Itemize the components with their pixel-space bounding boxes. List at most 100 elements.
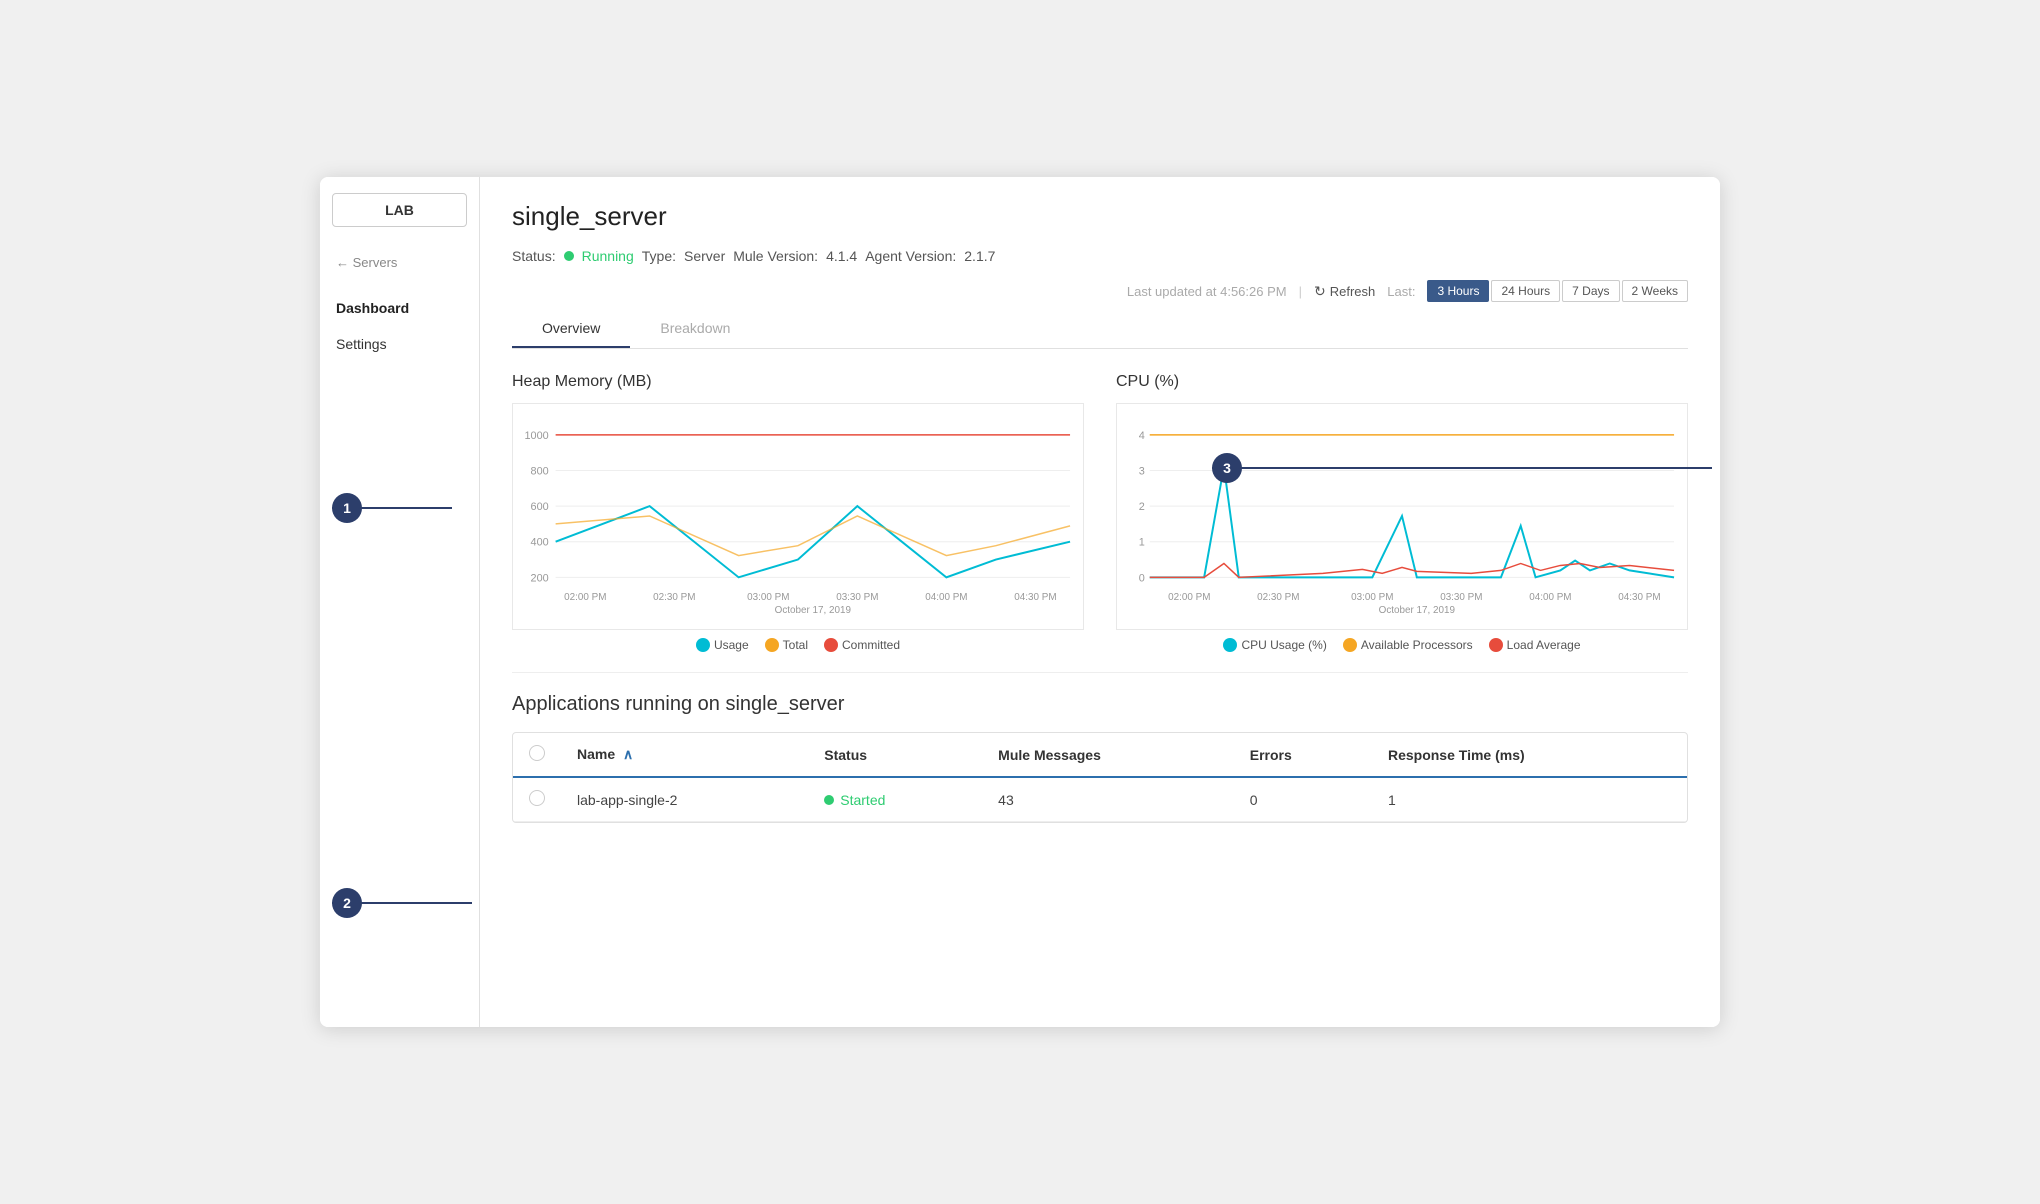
status-label: Status:	[512, 248, 556, 264]
row-errors: 0	[1234, 777, 1372, 822]
tab-breakdown[interactable]: Breakdown	[630, 310, 760, 348]
last-label: Last:	[1387, 284, 1415, 299]
svg-text:October 17, 2019: October 17, 2019	[1379, 605, 1456, 616]
cpu-chart: CPU (%) 4 3 2 1 0	[1116, 373, 1688, 652]
heap-legend-usage: Usage	[696, 638, 749, 652]
mule-value: 4.1.4	[826, 248, 857, 264]
row-status: Started	[808, 777, 982, 822]
heap-chart-svg: 1000 800 600 400 200	[521, 416, 1075, 616]
callout-2: 2	[332, 888, 362, 918]
time-btn-24h[interactable]: 24 Hours	[1491, 280, 1560, 302]
sidebar-item-dashboard[interactable]: Dashboard	[320, 290, 479, 326]
row-response-time: 1	[1372, 777, 1687, 822]
refresh-label: Refresh	[1330, 284, 1376, 299]
svg-text:600: 600	[531, 501, 549, 513]
heap-legend: Usage Total Committed	[512, 638, 1084, 652]
heap-memory-chart: Heap Memory (MB) 1000 800 600 400 200	[512, 373, 1084, 652]
svg-text:04:30 PM: 04:30 PM	[1618, 592, 1660, 603]
row-checkbox[interactable]	[529, 790, 545, 806]
table-row: lab-app-single-2 Started 43 0 1	[513, 777, 1687, 822]
sidebar-logo: LAB	[332, 193, 467, 227]
callout-1: 1	[332, 493, 362, 523]
callout-1-group: 1	[332, 507, 452, 509]
callout-3-line	[1212, 467, 1712, 469]
processors-dot	[1343, 638, 1357, 652]
divider	[512, 672, 1688, 673]
total-dot	[765, 638, 779, 652]
main-content: single_server Status: Running Type: Serv…	[480, 177, 1720, 1027]
started-badge: Started	[824, 792, 966, 808]
server-meta: Status: Running Type: Server Mule Versio…	[512, 248, 1688, 264]
heap-legend-committed: Committed	[824, 638, 900, 652]
charts-row: Heap Memory (MB) 1000 800 600 400 200	[512, 373, 1688, 652]
cpu-chart-svg: 4 3 2 1 0	[1125, 416, 1679, 616]
svg-text:0: 0	[1139, 572, 1145, 584]
table-header-row: Name ∧ Status Mule Messages Errors Respo…	[513, 733, 1687, 777]
load-label: Load Average	[1507, 638, 1581, 652]
page-title: single_server	[512, 201, 1688, 232]
committed-label: Committed	[842, 638, 900, 652]
applications-table: Name ∧ Status Mule Messages Errors Respo…	[513, 733, 1687, 822]
status-value: Running	[582, 248, 634, 264]
tabs: Overview Breakdown	[512, 310, 1688, 349]
applications-table-wrap: Name ∧ Status Mule Messages Errors Respo…	[512, 732, 1688, 823]
svg-text:02:00 PM: 02:00 PM	[1168, 592, 1210, 603]
svg-text:2: 2	[1139, 501, 1145, 513]
callout-3-group: 3	[1212, 467, 1712, 469]
time-btn-3h[interactable]: 3 Hours	[1427, 280, 1489, 302]
callout-2-group: 2	[332, 902, 472, 904]
usage-label: Usage	[714, 638, 749, 652]
status-dot	[564, 251, 574, 261]
svg-text:02:00 PM: 02:00 PM	[564, 592, 606, 603]
refresh-button[interactable]: ↻ Refresh	[1314, 283, 1375, 300]
sidebar-item-settings[interactable]: Settings	[320, 326, 479, 362]
svg-text:03:00 PM: 03:00 PM	[747, 592, 789, 603]
svg-text:1000: 1000	[524, 430, 548, 442]
svg-text:200: 200	[531, 572, 549, 584]
svg-text:02:30 PM: 02:30 PM	[653, 592, 695, 603]
svg-text:800: 800	[531, 465, 549, 477]
svg-text:400: 400	[531, 537, 549, 549]
time-btn-2w[interactable]: 2 Weeks	[1622, 280, 1688, 302]
started-dot	[824, 795, 834, 805]
mule-label: Mule Version:	[733, 248, 818, 264]
svg-text:3: 3	[1139, 465, 1145, 477]
cpu-chart-title: CPU (%)	[1116, 373, 1688, 391]
last-updated-label: Last updated at 4:56:26 PM	[1127, 284, 1287, 299]
tab-overview[interactable]: Overview	[512, 310, 630, 348]
committed-dot	[824, 638, 838, 652]
svg-text:03:00 PM: 03:00 PM	[1351, 592, 1393, 603]
header-checkbox[interactable]	[529, 745, 545, 761]
toolbar: Last updated at 4:56:26 PM | ↻ Refresh L…	[512, 280, 1688, 310]
cpu-legend: CPU Usage (%) Available Processors Load …	[1116, 638, 1688, 652]
svg-text:03:30 PM: 03:30 PM	[836, 592, 878, 603]
cpu-legend-usage: CPU Usage (%)	[1223, 638, 1326, 652]
heap-chart-wrap: 1000 800 600 400 200	[512, 403, 1084, 630]
load-dot	[1489, 638, 1503, 652]
heap-chart-title: Heap Memory (MB)	[512, 373, 1084, 391]
applications-section-title: Applications running on single_server	[512, 693, 1688, 716]
usage-dot	[696, 638, 710, 652]
svg-text:October 17, 2019: October 17, 2019	[775, 605, 852, 616]
col-errors: Errors	[1234, 733, 1372, 777]
total-label: Total	[783, 638, 808, 652]
started-label: Started	[840, 792, 885, 808]
cpu-legend-processors: Available Processors	[1343, 638, 1473, 652]
col-status: Status	[808, 733, 982, 777]
callout-3: 3	[1212, 453, 1242, 483]
time-range-selector: 3 Hours 24 Hours 7 Days 2 Weeks	[1427, 280, 1688, 302]
svg-text:04:00 PM: 04:00 PM	[1529, 592, 1571, 603]
cpu-legend-load: Load Average	[1489, 638, 1581, 652]
col-mule-messages: Mule Messages	[982, 733, 1234, 777]
type-label: Type:	[642, 248, 676, 264]
back-to-servers[interactable]: ← Servers	[320, 247, 479, 278]
row-mule-messages: 43	[982, 777, 1234, 822]
agent-label: Agent Version:	[865, 248, 956, 264]
svg-text:4: 4	[1139, 430, 1145, 442]
time-btn-7d[interactable]: 7 Days	[1562, 280, 1619, 302]
heap-legend-total: Total	[765, 638, 808, 652]
cpu-chart-wrap: 4 3 2 1 0	[1116, 403, 1688, 630]
row-checkbox-cell	[513, 777, 561, 822]
row-app-name[interactable]: lab-app-single-2	[561, 777, 808, 822]
col-name: Name ∧	[561, 733, 808, 777]
